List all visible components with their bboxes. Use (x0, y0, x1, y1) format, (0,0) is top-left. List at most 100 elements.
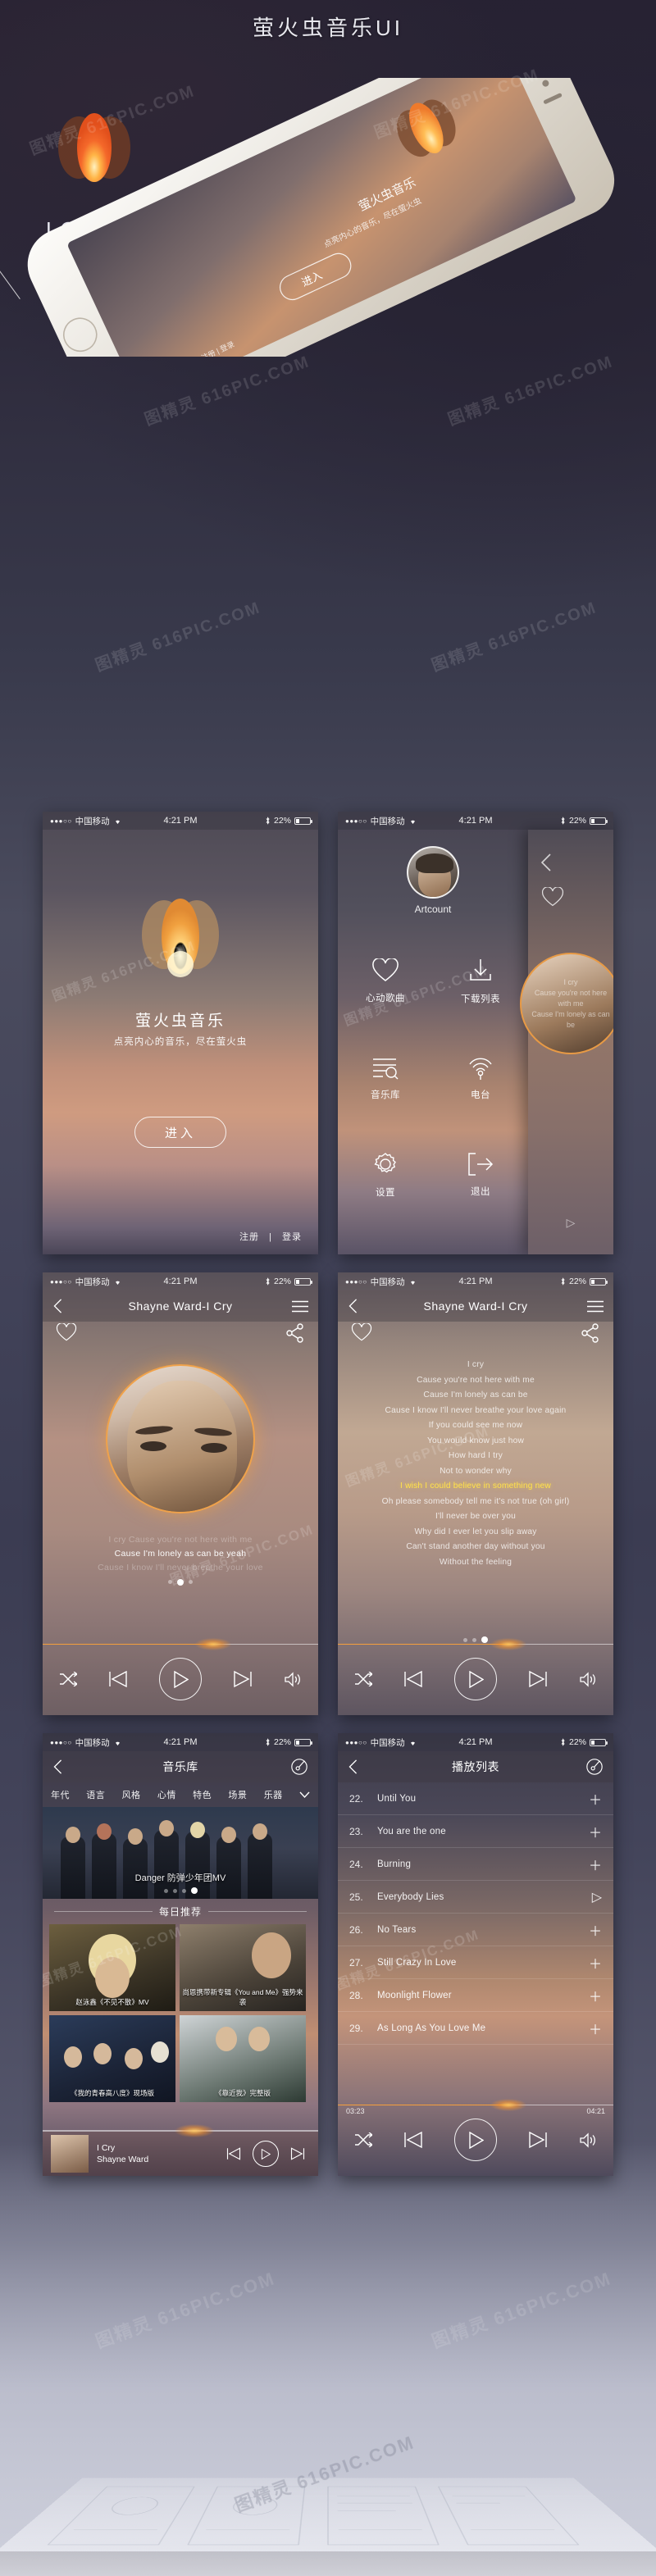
heart-icon[interactable] (56, 1323, 77, 1342)
track-name: No Tears (377, 1924, 417, 1935)
heart-icon (372, 958, 399, 981)
track-row[interactable]: 27. Still Crazy In Love ＋ (338, 1946, 613, 1979)
lyric-line-current: Cause I'm lonely as can be yeah (114, 1549, 247, 1559)
vinyl-disc-icon[interactable] (290, 1758, 308, 1776)
add-track-icon[interactable]: ＋ (589, 1789, 602, 1809)
filter-feature[interactable]: 特色 (193, 1788, 212, 1801)
status-bar: ●●●○○ 中国移动 4:21 PM 22% (338, 1272, 613, 1290)
chevron-down-icon[interactable] (299, 1791, 310, 1799)
auth-divider: | (269, 1232, 272, 1242)
heart-icon[interactable] (351, 1323, 372, 1342)
track-row[interactable]: 22. Until You ＋ (338, 1782, 613, 1815)
back-chevron-icon[interactable] (540, 853, 553, 872)
shuffle-icon[interactable] (354, 2132, 372, 2147)
filter-era[interactable]: 年代 (51, 1788, 70, 1801)
add-track-icon[interactable]: ＋ (589, 1855, 602, 1874)
filter-instrument[interactable]: 乐器 (264, 1788, 283, 1801)
lyric-line: Why did I ever let you slip away (414, 1527, 537, 1536)
card-item[interactable]: 《靠近我》完整版 (180, 2015, 306, 2102)
track-row-playing[interactable]: 25. Everybody Lies ▷ (338, 1881, 613, 1914)
hamburger-icon[interactable] (292, 1300, 308, 1313)
add-track-icon[interactable]: ＋ (589, 1920, 602, 1940)
volume-icon[interactable] (284, 1671, 302, 1687)
album-art-disc[interactable] (106, 1364, 255, 1513)
player-peek-panel[interactable]: I cry Cause you're not here with me Caus… (520, 830, 613, 1254)
progress-bar[interactable] (43, 1637, 318, 1650)
previous-track-icon[interactable] (226, 2146, 241, 2161)
back-chevron-icon[interactable] (52, 1759, 63, 1775)
filter-language[interactable]: 语言 (86, 1788, 105, 1801)
battery-icon (590, 1738, 608, 1746)
download-icon (470, 959, 491, 981)
add-track-icon[interactable]: ＋ (589, 1822, 602, 1841)
next-track-icon[interactable] (528, 1669, 548, 1689)
peek-play-icon[interactable]: ▷ (528, 1216, 613, 1230)
time-total: 04:21 (586, 2107, 605, 2115)
play-track-icon[interactable]: ▷ (592, 1889, 602, 1905)
play-button[interactable] (253, 2141, 279, 2167)
previous-track-icon[interactable] (403, 1669, 423, 1689)
menu-item-logout[interactable]: 退出 (433, 1126, 528, 1223)
back-chevron-icon[interactable] (52, 1298, 63, 1314)
paper-sheet (0, 2478, 656, 2576)
filter-style[interactable]: 风格 (122, 1788, 141, 1801)
menu-item-radio[interactable]: 电台 (433, 1030, 528, 1126)
progress-bar[interactable] (338, 1637, 613, 1650)
hamburger-icon[interactable] (587, 1300, 604, 1313)
add-track-icon[interactable]: ＋ (589, 2018, 602, 2038)
card-item[interactable]: 《我的青春高八度》现场版 (49, 2015, 175, 2102)
battery-icon (294, 817, 312, 825)
next-track-icon[interactable] (290, 2146, 305, 2161)
mini-album-thumb[interactable] (51, 2135, 89, 2173)
progress-bar[interactable] (338, 2098, 613, 2111)
back-chevron-icon[interactable] (348, 1759, 358, 1775)
shuffle-icon[interactable] (59, 1672, 77, 1686)
track-row[interactable]: 29. As Long As You Love Me ＋ (338, 2012, 613, 2045)
menu-item-favorites[interactable]: 心动歌曲 (338, 933, 433, 1030)
play-button[interactable] (159, 1658, 202, 1700)
player-action-icons (338, 1323, 613, 1343)
track-row[interactable]: 23. You are the one ＋ (338, 1815, 613, 1848)
play-button[interactable] (454, 2119, 497, 2161)
track-row[interactable]: 28. Moonlight Flower ＋ (338, 1979, 613, 2012)
back-chevron-icon[interactable] (348, 1298, 358, 1314)
menu-item-downloads[interactable]: 下载列表 (433, 933, 528, 1030)
menu-item-library[interactable]: 音乐库 (338, 1030, 433, 1126)
previous-track-icon[interactable] (108, 1669, 128, 1689)
heart-icon[interactable] (541, 887, 564, 908)
login-link[interactable]: 登录 (279, 1232, 305, 1242)
app-name: 萤火虫音乐 (134, 1013, 226, 1030)
play-button[interactable] (454, 1658, 497, 1700)
add-track-icon[interactable]: ＋ (589, 1953, 602, 1973)
enter-button[interactable]: 进入 (134, 1117, 226, 1148)
featured-banner[interactable]: Danger 防弹少年团MV (43, 1807, 318, 1899)
vinyl-disc-icon[interactable] (585, 1758, 604, 1776)
previous-track-icon[interactable] (403, 2130, 423, 2150)
track-row[interactable]: 24. Burning ＋ (338, 1848, 613, 1881)
filter-scene[interactable]: 场景 (228, 1788, 247, 1801)
track-number: 27. (349, 1956, 363, 1968)
progress-spark-icon (174, 2124, 214, 2137)
filter-mood[interactable]: 心情 (157, 1788, 176, 1801)
track-row[interactable]: 26. No Tears ＋ (338, 1914, 613, 1946)
section-header-daily: 每日推荐 (43, 1899, 318, 1924)
menu-item-settings[interactable]: 设置 (338, 1126, 433, 1223)
card-item[interactable]: 尚恩携带新专辑《You and Me》强势来袭 (180, 1924, 306, 2011)
share-icon[interactable] (581, 1323, 600, 1343)
share-icon[interactable] (285, 1323, 305, 1343)
volume-icon[interactable] (579, 1671, 597, 1687)
lyric-line: I'll never be over you (435, 1512, 517, 1521)
add-track-icon[interactable]: ＋ (589, 1986, 602, 2005)
battery-percent: 22% (273, 1737, 291, 1747)
volume-icon[interactable] (579, 2132, 597, 2148)
track-name: As Long As You Love Me (377, 2023, 486, 2033)
shuffle-icon[interactable] (354, 1672, 372, 1686)
next-track-icon[interactable] (233, 1669, 253, 1689)
avatar[interactable] (407, 846, 459, 899)
mini-progress-bar[interactable] (43, 2124, 318, 2137)
next-track-icon[interactable] (528, 2130, 548, 2150)
mini-controls (226, 2141, 310, 2167)
register-link[interactable]: 注册 (236, 1232, 262, 1242)
card-item[interactable]: 赵泳鑫《不见不散》MV (49, 1924, 175, 2011)
card-caption: 《靠近我》完整版 (214, 2089, 271, 2097)
